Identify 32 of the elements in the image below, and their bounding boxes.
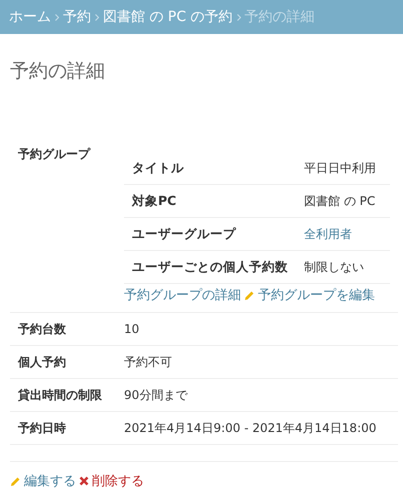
breadcrumb-link[interactable]: 予約 (63, 8, 91, 26)
field-value: 予約不可 (124, 354, 172, 370)
edit-link[interactable]: 編集する (24, 472, 76, 489)
field-label: 予約グループ (17, 146, 92, 163)
pencil-icon (244, 290, 255, 300)
breadcrumb-link[interactable]: 図書館 の PC の予約 (103, 8, 233, 26)
field-label: 対象PC (132, 192, 178, 210)
delete-link[interactable]: 削除する (92, 472, 144, 489)
field-value: 90分間まで (124, 386, 188, 404)
value-link[interactable]: 全利用者 (304, 226, 352, 242)
separator-icon (55, 14, 59, 20)
field-label: 個人予約 (16, 354, 67, 370)
breadcrumb-link[interactable]: ホーム (9, 8, 51, 26)
separator-icon (236, 14, 241, 20)
close-icon (79, 476, 89, 486)
field-label: ユーザーごとの個人予約数 (132, 258, 289, 276)
field-value: 平日日中利用 (304, 160, 376, 176)
field-label: 予約日時 (17, 420, 67, 436)
group-link[interactable]: 予約グループの詳細 (124, 286, 241, 304)
field-value: 2021年4月14日9:00 - 2021年4月14日18:00 (124, 420, 376, 436)
separator-icon (95, 14, 99, 20)
field-label: 予約台数 (17, 320, 67, 338)
group-link[interactable]: 予約グループを編集 (258, 286, 375, 304)
field-label: ユーザーグループ (132, 226, 237, 242)
pencil-icon (10, 476, 21, 486)
breadcrumb-current: 予約の詳細 (244, 8, 315, 26)
field-label: 貸出時間の制限 (17, 386, 103, 404)
field-label: タイトル (132, 160, 185, 176)
field-value: 10 (124, 322, 140, 336)
page-title: 予約の詳細 (10, 59, 106, 84)
field-value: 制限しない (304, 258, 364, 276)
field-value: 図書館 の PC (304, 192, 376, 210)
